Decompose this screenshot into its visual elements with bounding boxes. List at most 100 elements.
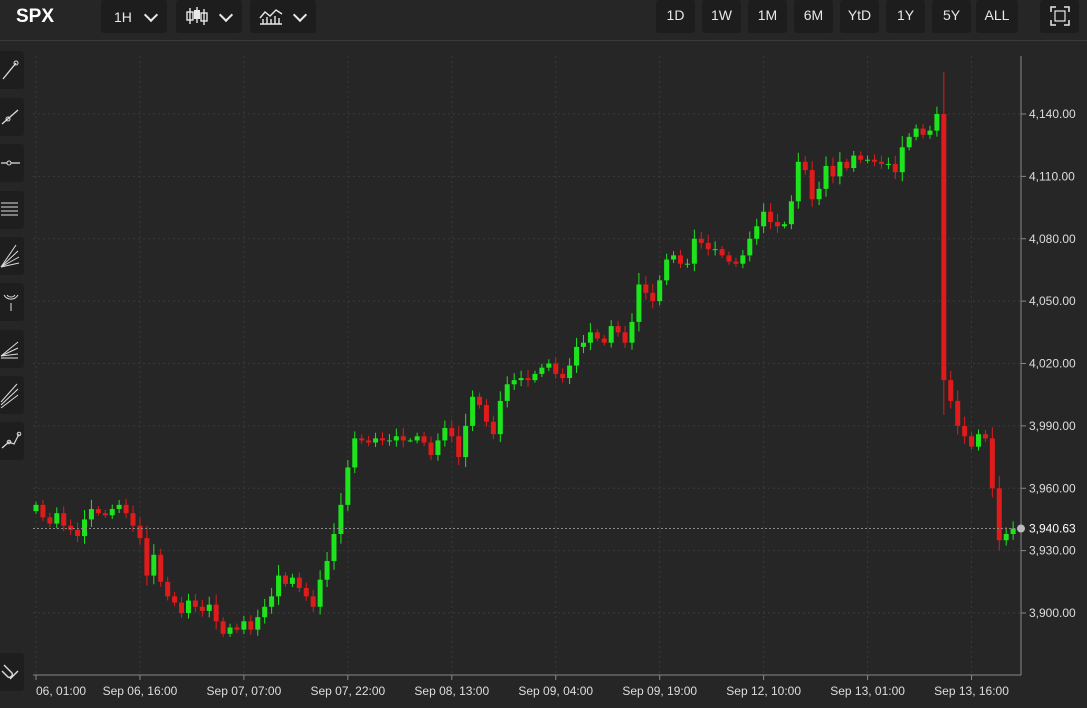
candle	[913, 124, 919, 141]
candle	[712, 241, 718, 256]
candle	[511, 373, 517, 390]
range-1y-button[interactable]: 1Y	[886, 0, 925, 33]
candle	[400, 427, 406, 448]
y-tick-label: 3,900.00	[1029, 606, 1076, 620]
last-price-label: 3,940.63	[1029, 522, 1076, 536]
candle-body	[622, 332, 628, 343]
candle-body	[809, 170, 815, 200]
chart-style-dropdown[interactable]	[176, 0, 242, 33]
x-tick-label: Sep 13, 16:00	[934, 684, 1009, 698]
candle-body	[518, 378, 524, 381]
candle	[830, 157, 836, 184]
candle	[865, 155, 871, 164]
candle-body	[289, 577, 295, 584]
chevron-down-icon	[143, 7, 159, 23]
candle-body	[331, 533, 337, 562]
interval-dropdown[interactable]: 1H	[101, 0, 167, 33]
candle	[151, 544, 157, 585]
polyline-tool[interactable]	[0, 422, 24, 460]
fib-arc-tool[interactable]	[0, 283, 24, 321]
candle	[546, 359, 552, 372]
range-ytd-button[interactable]: YtD	[840, 0, 879, 33]
candle	[615, 320, 621, 337]
candle	[955, 390, 961, 435]
candle	[102, 509, 108, 518]
candle-body	[407, 440, 413, 442]
x-tick-label: Sep 06, 16:00	[103, 684, 178, 698]
candle-body	[525, 378, 531, 381]
candle-body	[483, 405, 489, 422]
price-chart[interactable]: 4,140.00 4,110.00 4,080.00 4,050.00 4,020.00…	[33, 41, 1087, 703]
candle	[324, 552, 330, 588]
ray-tool[interactable]	[0, 98, 24, 136]
trend-line-tool[interactable]	[0, 51, 24, 89]
candle-body	[144, 538, 150, 576]
indicators-dropdown[interactable]	[250, 0, 316, 33]
range-1m-button[interactable]: 1M	[748, 0, 787, 33]
candle	[851, 150, 857, 172]
magnet-tool[interactable]	[0, 653, 24, 691]
candle	[289, 573, 295, 588]
candle-body	[712, 249, 718, 251]
candle	[213, 594, 219, 630]
candle	[54, 507, 60, 529]
candle-body	[345, 467, 351, 505]
candle	[962, 416, 968, 444]
candle-body	[393, 436, 399, 441]
candle	[878, 155, 884, 169]
range-1d-button[interactable]: 1D	[656, 0, 695, 33]
candle	[179, 596, 185, 618]
candle-body	[303, 588, 309, 597]
candle-body	[88, 509, 94, 520]
fullscreen-button[interactable]	[1040, 0, 1079, 33]
candle	[123, 498, 129, 519]
candle	[892, 155, 898, 179]
range-5y-button[interactable]: 5Y	[932, 0, 971, 33]
candle	[816, 181, 822, 206]
candle-body	[116, 504, 122, 510]
candle	[449, 420, 455, 443]
candle-body	[594, 332, 600, 339]
candle-body	[123, 504, 129, 514]
candle	[82, 510, 88, 544]
range-all-button[interactable]: ALL	[976, 0, 1018, 33]
magnet-icon	[1, 664, 19, 680]
drawing-toolbar	[0, 41, 25, 703]
candle-body	[615, 326, 621, 333]
candle-body	[865, 159, 871, 161]
candle-body	[587, 332, 593, 343]
candle	[691, 229, 697, 272]
candlestick-chart[interactable]: 4,140.00 4,110.00 4,080.00 4,050.00 4,020.00…	[33, 41, 1087, 703]
candle	[255, 609, 261, 636]
candle-body	[844, 161, 850, 169]
gann-fan-tool[interactable]	[0, 330, 24, 368]
speed-lines-tool[interactable]	[0, 376, 24, 414]
horizontal-line-tool[interactable]	[0, 144, 24, 182]
candle	[518, 370, 524, 387]
candle	[532, 370, 538, 383]
candle	[580, 335, 586, 354]
x-tick-label: Sep 07, 07:00	[207, 684, 282, 698]
candle	[95, 506, 101, 516]
chevron-down-icon	[218, 7, 234, 23]
candle-body	[490, 421, 496, 435]
symbol-label[interactable]: SPX	[16, 6, 54, 28]
candle	[525, 369, 531, 387]
indicators-icon	[259, 9, 283, 25]
candle-body	[553, 363, 559, 374]
fib-retracement-tool[interactable]	[0, 191, 24, 229]
candle-body	[691, 238, 697, 264]
fib-fan-tool[interactable]	[0, 237, 24, 275]
candle	[456, 426, 462, 466]
candle	[192, 593, 198, 613]
candle-body	[227, 627, 233, 634]
candle	[47, 512, 53, 528]
fib-fan-icon	[0, 244, 20, 268]
candle	[470, 390, 476, 432]
candle	[359, 434, 365, 444]
range-1w-button[interactable]: 1W	[702, 0, 741, 33]
range-6m-button[interactable]: 6M	[794, 0, 833, 33]
candle	[61, 506, 67, 532]
candle	[220, 617, 226, 638]
candle-body	[996, 488, 1002, 541]
